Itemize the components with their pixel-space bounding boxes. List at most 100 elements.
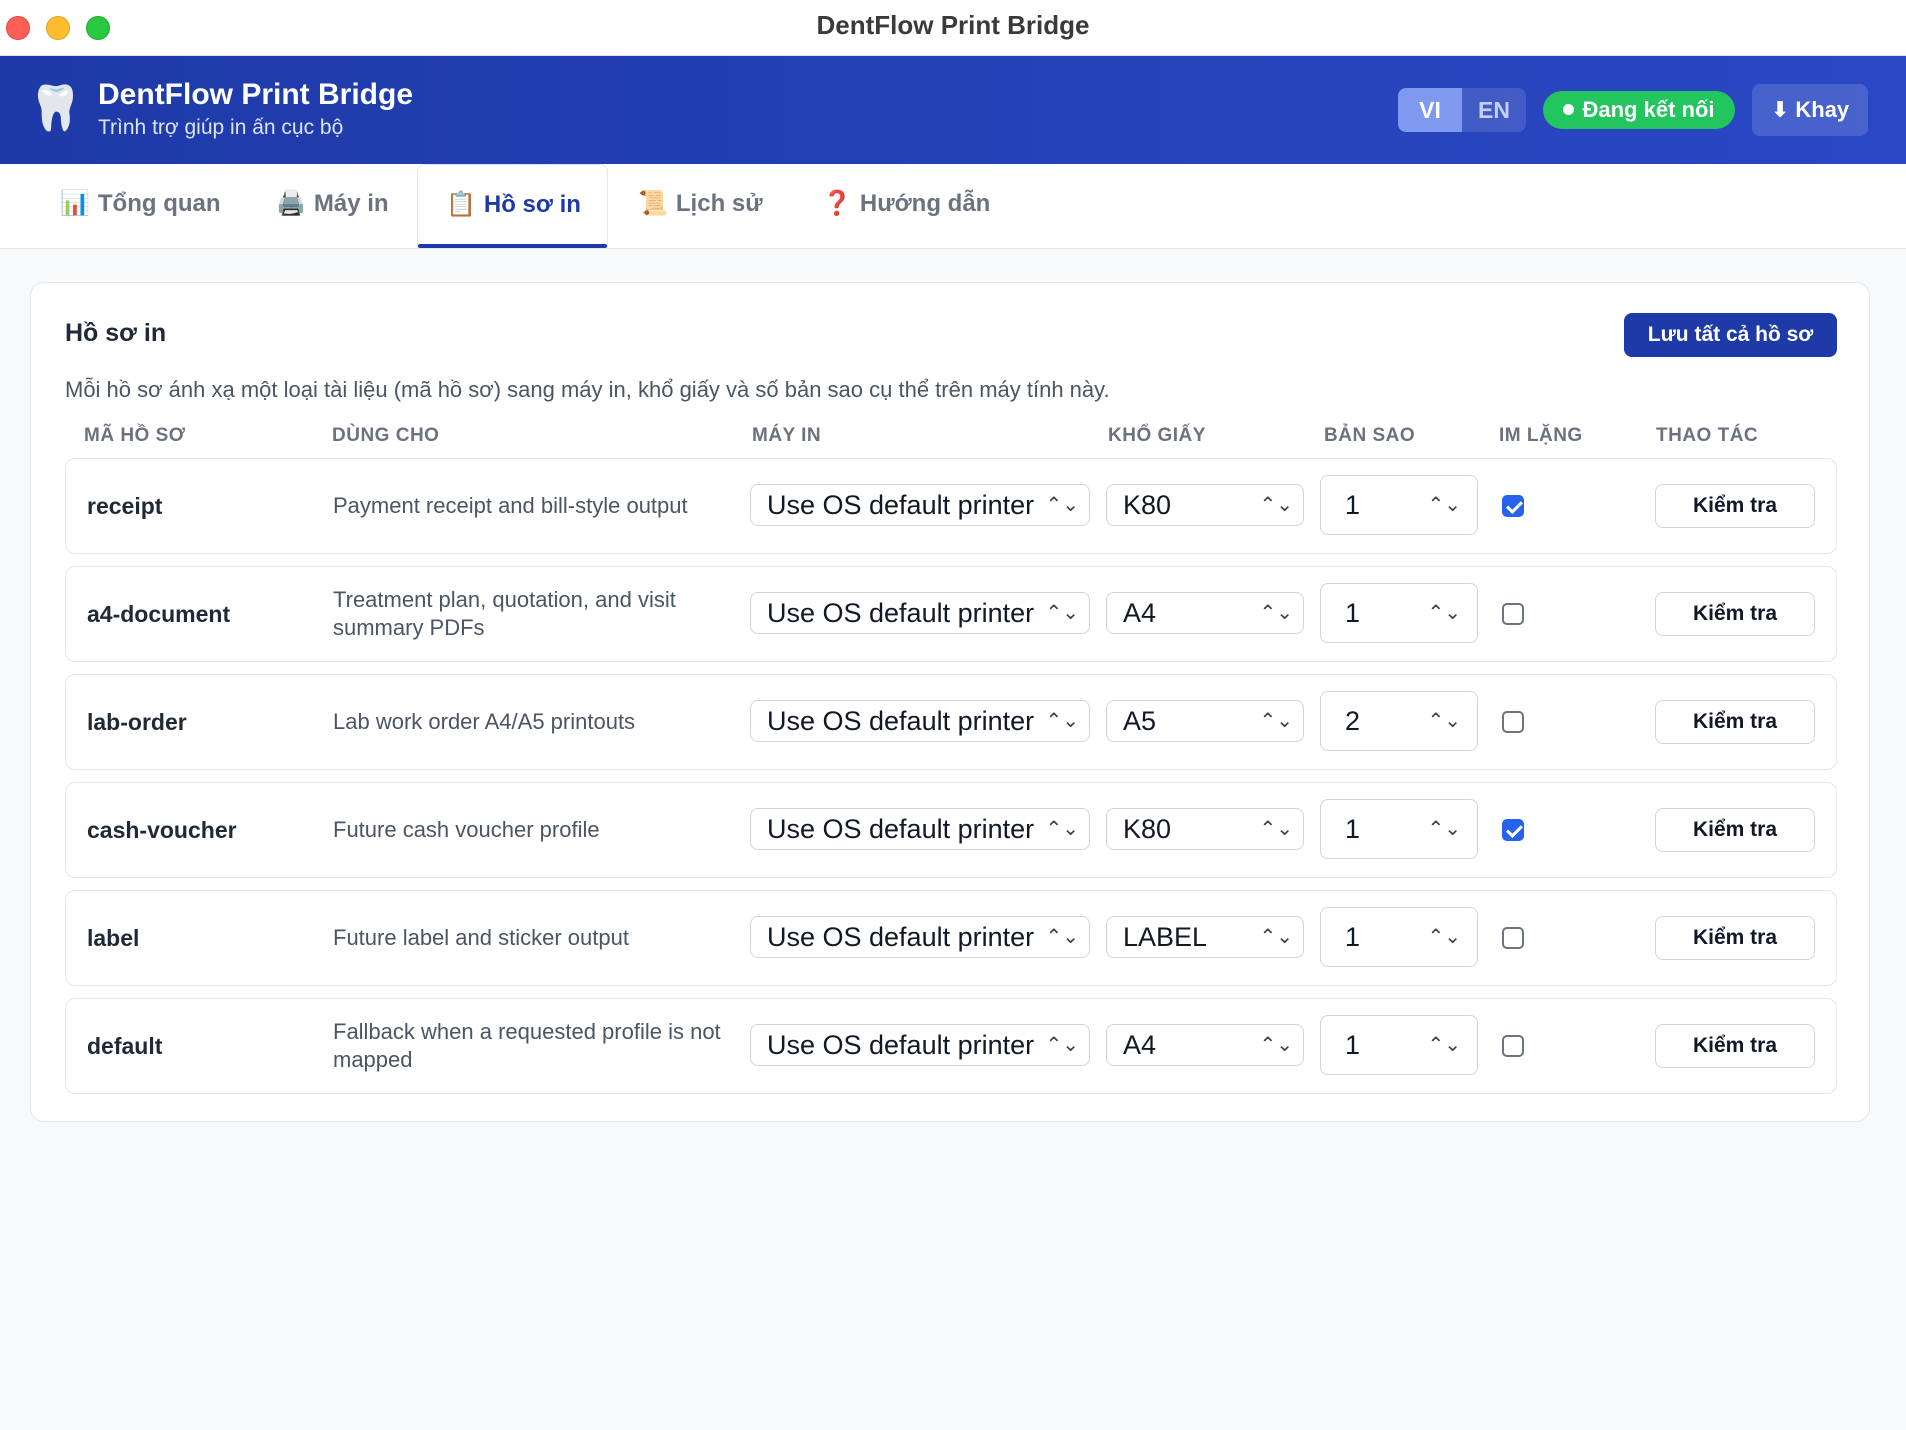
chevron-up-down-icon: ⌃⌄	[1259, 818, 1293, 840]
profile-code: receipt	[87, 493, 163, 519]
chevron-up-down-icon: ⌃⌄	[1259, 710, 1293, 732]
printer-select[interactable]: Use OS default printer ⌃⌄	[750, 700, 1090, 742]
test-profile-button[interactable]: Kiểm tra	[1655, 484, 1815, 528]
clipboard-icon: 📋	[446, 191, 476, 218]
window-titlebar: DentFlow Print Bridge	[0, 0, 1906, 56]
silent-checkbox[interactable]	[1502, 495, 1524, 517]
chevron-up-down-icon: ⌃⌄	[1045, 494, 1079, 516]
connection-status-label: Đang kết nối	[1582, 97, 1715, 122]
profile-code: default	[87, 1033, 163, 1059]
paper-size-select[interactable]: A4 ⌃⌄	[1106, 592, 1304, 634]
stepper-arrows-icon[interactable]: ⌃⌄	[1427, 1016, 1461, 1074]
profile-usage: Fallback when a requested profile is not…	[333, 1019, 721, 1072]
column-header-silent: IM LẶNG	[1499, 425, 1583, 446]
copies-stepper[interactable]: 1 ⌃⌄	[1320, 475, 1478, 535]
tab-printers[interactable]: 🖨️ Máy in	[276, 164, 389, 248]
chevron-up-down-icon: ⌃⌄	[1045, 926, 1079, 948]
window-title: DentFlow Print Bridge	[816, 10, 1090, 40]
paper-size-select[interactable]: A4 ⌃⌄	[1106, 1024, 1304, 1066]
printer-select-value: Use OS default printer	[767, 814, 1035, 844]
printer-select[interactable]: Use OS default printer ⌃⌄	[750, 916, 1090, 958]
chevron-up-down-icon: ⌃⌄	[1045, 1034, 1079, 1056]
tab-label: Hồ sơ in	[483, 191, 581, 218]
profile-row: receipt Payment receipt and bill-style o…	[65, 458, 1837, 554]
connection-status-badge: Đang kết nối	[1543, 91, 1735, 129]
test-profile-button[interactable]: Kiểm tra	[1655, 916, 1815, 960]
tray-button[interactable]: ⬇ Khay	[1752, 84, 1868, 136]
printer-select[interactable]: Use OS default printer ⌃⌄	[750, 808, 1090, 850]
paper-size-value: A4	[1123, 1030, 1157, 1060]
printer-select[interactable]: Use OS default printer ⌃⌄	[750, 484, 1090, 526]
bar-chart-icon: 📊	[60, 190, 90, 217]
column-header-paper: KHỔ GIẤY	[1108, 425, 1206, 446]
question-mark-icon: ❓	[822, 190, 852, 217]
status-dot-icon	[1563, 104, 1575, 115]
chevron-up-down-icon: ⌃⌄	[1045, 818, 1079, 840]
tooth-icon: 🦷	[28, 84, 83, 133]
silent-checkbox[interactable]	[1502, 927, 1524, 949]
silent-checkbox[interactable]	[1502, 711, 1524, 733]
stepper-arrows-icon[interactable]: ⌃⌄	[1427, 908, 1461, 966]
app-header: 🦷 DentFlow Print Bridge Trình trợ giúp i…	[0, 56, 1906, 164]
paper-size-value: K80	[1123, 490, 1172, 520]
test-profile-button[interactable]: Kiểm tra	[1655, 700, 1815, 744]
chevron-up-down-icon: ⌃⌄	[1045, 602, 1079, 624]
tab-label: Tổng quan	[97, 190, 221, 217]
test-profile-button[interactable]: Kiểm tra	[1655, 592, 1815, 636]
paper-size-value: K80	[1123, 814, 1172, 844]
profile-usage: Payment receipt and bill-style output	[333, 493, 688, 518]
tab-bar: 📊 Tổng quan 🖨️ Máy in 📋 Hồ sơ in 📜 Lịch sử ❓…	[0, 164, 1906, 249]
paper-size-select[interactable]: K80 ⌃⌄	[1106, 808, 1304, 850]
profile-usage: Future label and sticker output	[333, 925, 629, 950]
copies-stepper[interactable]: 1 ⌃⌄	[1320, 799, 1478, 859]
printer-select-value: Use OS default printer	[767, 1030, 1035, 1060]
tab-label: Hướng dẫn	[859, 190, 991, 217]
paper-size-select[interactable]: A5 ⌃⌄	[1106, 700, 1304, 742]
paper-size-select[interactable]: LABEL ⌃⌄	[1106, 916, 1304, 958]
language-vi-button[interactable]: VI	[1398, 88, 1462, 132]
copies-stepper[interactable]: 2 ⌃⌄	[1320, 691, 1478, 751]
copies-stepper[interactable]: 1 ⌃⌄	[1320, 907, 1478, 967]
language-en-button[interactable]: EN	[1462, 88, 1526, 132]
profile-row: a4-document Treatment plan, quotation, a…	[65, 566, 1837, 662]
paper-size-value: LABEL	[1123, 922, 1208, 952]
tab-label: Máy in	[313, 190, 389, 217]
card-description: Mỗi hồ sơ ánh xạ một loại tài liệu (mã h…	[65, 377, 1110, 402]
tab-profiles[interactable]: 📋 Hồ sơ in	[417, 164, 608, 248]
profile-usage: Treatment plan, quotation, and visit sum…	[333, 587, 676, 640]
column-header-printer: MÁY IN	[752, 425, 822, 446]
tab-label: Lịch sử	[675, 190, 763, 217]
chevron-up-down-icon: ⌃⌄	[1259, 494, 1293, 516]
profile-code: lab-order	[87, 709, 187, 735]
tab-help[interactable]: ❓ Hướng dẫn	[822, 164, 990, 248]
silent-checkbox[interactable]	[1502, 819, 1524, 841]
stepper-arrows-icon[interactable]: ⌃⌄	[1427, 692, 1461, 750]
stepper-arrows-icon[interactable]: ⌃⌄	[1427, 800, 1461, 858]
copies-value: 1	[1345, 598, 1361, 628]
copies-stepper[interactable]: 1 ⌃⌄	[1320, 1015, 1478, 1075]
card-title: Hồ sơ in	[65, 319, 167, 347]
paper-size-select[interactable]: K80 ⌃⌄	[1106, 484, 1304, 526]
silent-checkbox[interactable]	[1502, 1035, 1524, 1057]
profile-code: a4-document	[87, 601, 231, 627]
stepper-arrows-icon[interactable]: ⌃⌄	[1427, 476, 1461, 534]
silent-checkbox[interactable]	[1502, 603, 1524, 625]
copies-value: 1	[1345, 490, 1361, 520]
chevron-up-down-icon: ⌃⌄	[1259, 1034, 1293, 1056]
printer-select[interactable]: Use OS default printer ⌃⌄	[750, 1024, 1090, 1066]
tab-overview[interactable]: 📊 Tổng quan	[60, 164, 221, 248]
chevron-up-down-icon: ⌃⌄	[1259, 926, 1293, 948]
printer-select-value: Use OS default printer	[767, 922, 1035, 952]
app-subtitle: Trình trợ giúp in ấn cục bộ	[98, 116, 344, 139]
language-switcher: VI EN	[1398, 88, 1526, 132]
profile-usage: Future cash voucher profile	[333, 817, 600, 842]
profile-row: label Future label and sticker output Us…	[65, 890, 1837, 986]
tab-history[interactable]: 📜 Lịch sử	[638, 164, 763, 248]
test-profile-button[interactable]: Kiểm tra	[1655, 808, 1815, 852]
printer-select[interactable]: Use OS default printer ⌃⌄	[750, 592, 1090, 634]
copies-value: 2	[1345, 706, 1361, 736]
save-all-profiles-button[interactable]: Lưu tất cả hồ sơ	[1624, 313, 1837, 357]
stepper-arrows-icon[interactable]: ⌃⌄	[1427, 584, 1461, 642]
test-profile-button[interactable]: Kiểm tra	[1655, 1024, 1815, 1068]
copies-stepper[interactable]: 1 ⌃⌄	[1320, 583, 1478, 643]
